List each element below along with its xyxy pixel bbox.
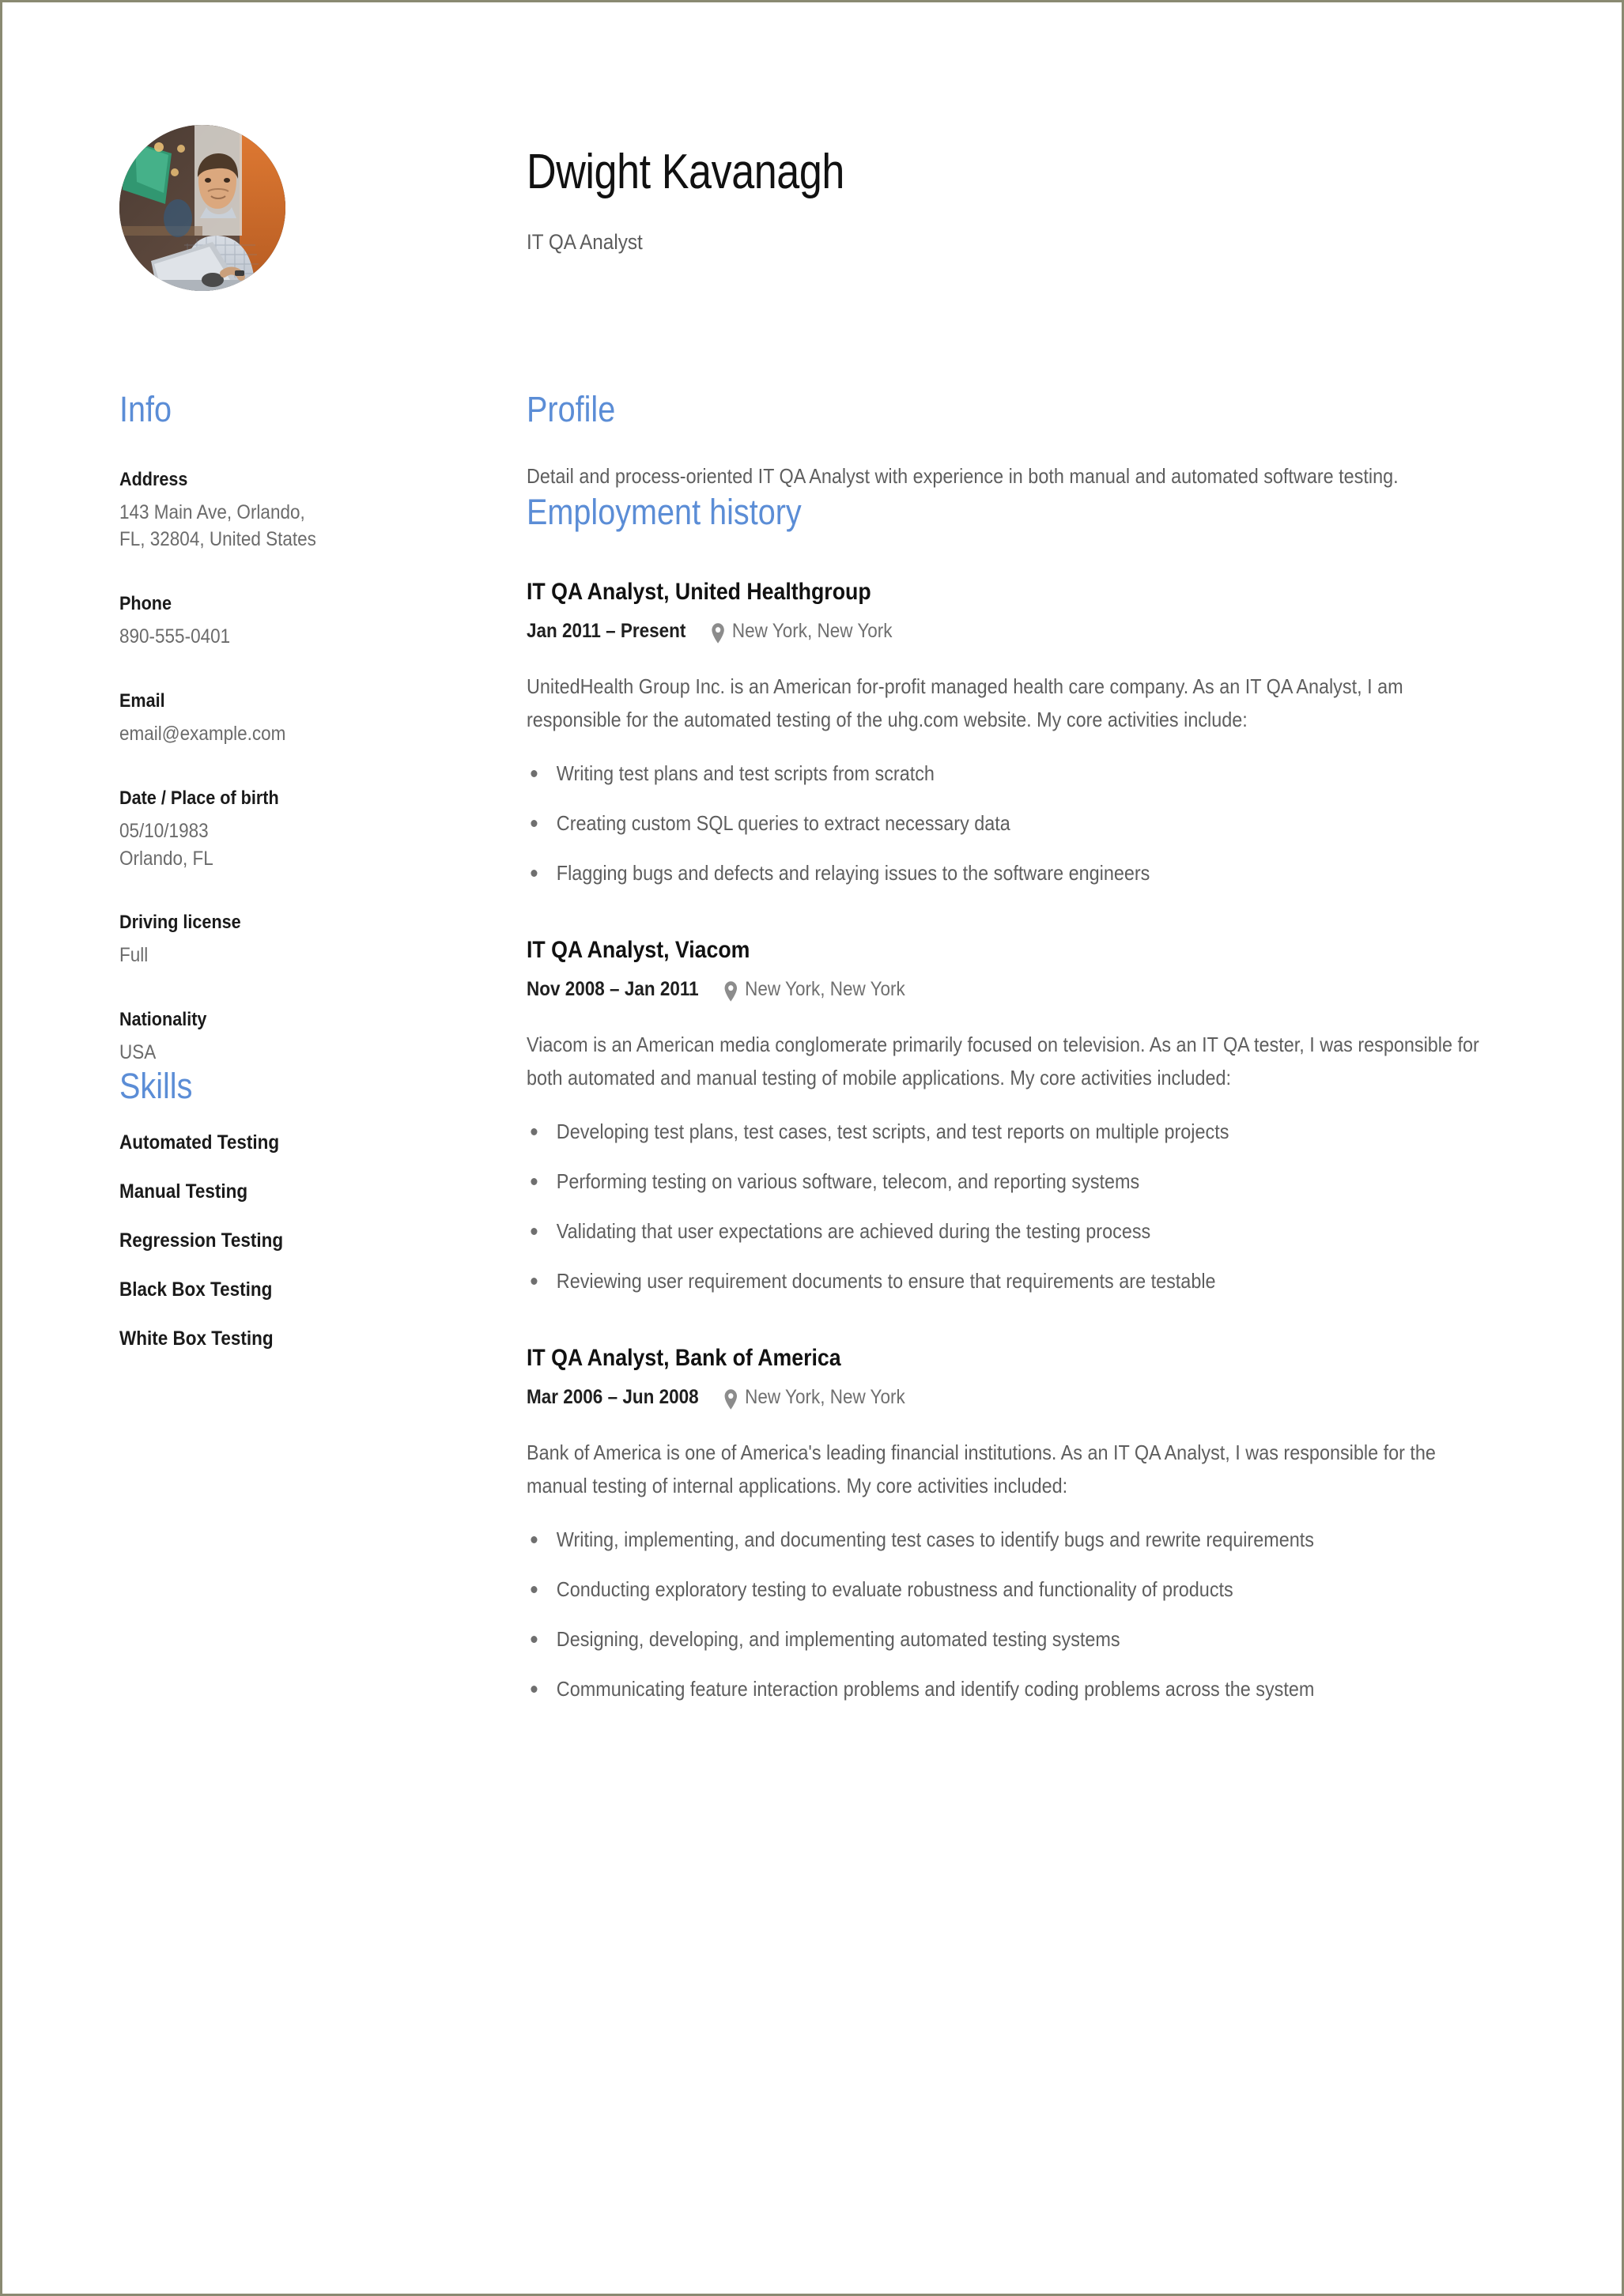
- map-pin-icon: [710, 622, 726, 644]
- bullet-item: Conducting exploratory testing to evalua…: [527, 1573, 1501, 1606]
- bullet-item: Writing test plans and test scripts from…: [527, 757, 1501, 790]
- avatar: [119, 125, 285, 291]
- employment-location: New York, New York: [731, 619, 893, 642]
- employment-history-heading: Employment history: [527, 491, 802, 532]
- bullet-text: Developing test plans, test cases, test …: [556, 1119, 1229, 1143]
- skills-list: Automated Testing Manual Testing Regress…: [119, 1131, 459, 1350]
- info-label: Driving license: [119, 912, 241, 934]
- bullet-dot-icon: [531, 769, 538, 777]
- bullet-text: Writing test plans and test scripts from…: [556, 761, 935, 785]
- info-label: Address: [119, 468, 188, 490]
- employment-title: IT QA Analyst, Viacom: [527, 937, 750, 964]
- info-list: Address 143 Main Ave, Orlando, FL, 32804…: [119, 467, 459, 1067]
- bullet-text: Creating custom SQL queries to extract n…: [556, 810, 1010, 835]
- bullet-dot-icon: [531, 1127, 538, 1135]
- sidebar: Info Address 143 Main Ave, Orlando, FL, …: [119, 390, 459, 1350]
- employment-meta: Jan 2011 – Present New York, New York: [527, 619, 1409, 644]
- employment-bullets: Writing test plans and test scripts from…: [527, 757, 1501, 889]
- info-label: Phone: [119, 592, 172, 614]
- employment-location: New York, New York: [745, 977, 905, 1000]
- profile-heading: Profile: [527, 389, 616, 429]
- skill-item: Regression Testing: [119, 1229, 284, 1252]
- employment-description: Viacom is an American media conglomerate…: [527, 1032, 1479, 1089]
- bullet-text: Designing, developing, and implementing …: [556, 1627, 1120, 1652]
- info-item-nationality: Nationality USA: [119, 1007, 459, 1067]
- page-title: Dwight Kavanagh: [527, 145, 844, 199]
- bullet-dot-icon: [531, 1536, 538, 1544]
- bullet-dot-icon: [531, 1228, 538, 1236]
- bullet-dot-icon: [531, 1636, 538, 1644]
- map-pin-icon: [723, 1388, 738, 1410]
- bullet-item: Validating that user expectations are ac…: [527, 1214, 1501, 1248]
- employment-title: IT QA Analyst, Bank of America: [527, 1345, 841, 1372]
- employment-description: UnitedHealth Group Inc. is an American f…: [527, 674, 1403, 731]
- bullet-item: Performing testing on various software, …: [527, 1165, 1501, 1198]
- info-value: 143 Main Ave, Orlando, FL, 32804, United…: [119, 500, 316, 551]
- bullet-text: Validating that user expectations are ac…: [556, 1219, 1151, 1244]
- employment-bullets: Writing, implementing, and documenting t…: [527, 1523, 1501, 1705]
- employment-meta: Nov 2008 – Jan 2011 New York, New York: [527, 977, 1409, 1003]
- info-value: USA: [119, 1041, 157, 1064]
- bullet-item: Reviewing user requirement documents to …: [527, 1264, 1501, 1297]
- bullet-dot-icon: [531, 1177, 538, 1185]
- info-value: email@example.com: [119, 723, 286, 746]
- employment-entry: IT QA Analyst, Viacom Nov 2008 – Jan 201…: [527, 935, 1507, 1297]
- info-item-email: Email email@example.com: [119, 689, 459, 748]
- bullet-dot-icon: [531, 1278, 538, 1286]
- info-value: Full: [119, 944, 149, 967]
- bullet-dot-icon: [531, 1686, 538, 1694]
- employment-dates: Nov 2008 – Jan 2011: [527, 977, 699, 1000]
- skills-heading: Skills: [119, 1065, 193, 1106]
- resume-page: Dwight Kavanagh IT QA Analyst Info Addre…: [0, 0, 1624, 2296]
- employment-entry: IT QA Analyst, United Healthgroup Jan 20…: [527, 577, 1507, 889]
- employment-bullets: Developing test plans, test cases, test …: [527, 1115, 1501, 1297]
- info-item-birth: Date / Place of birth 05/10/1983 Orlando…: [119, 786, 459, 872]
- bullet-dot-icon: [531, 819, 538, 827]
- skill-item: Automated Testing: [119, 1131, 280, 1154]
- bullet-item: Flagging bugs and defects and relaying i…: [527, 856, 1501, 889]
- info-label: Email: [119, 689, 165, 712]
- employment-meta: Mar 2006 – Jun 2008 New York, New York: [527, 1385, 1409, 1410]
- bullet-item: Creating custom SQL queries to extract n…: [527, 806, 1501, 840]
- info-item-address: Address 143 Main Ave, Orlando, FL, 32804…: [119, 467, 459, 553]
- employment-dates: Mar 2006 – Jun 2008: [527, 1385, 699, 1408]
- info-value: 05/10/1983 Orlando, FL: [119, 820, 213, 870]
- bullet-text: Performing testing on various software, …: [556, 1169, 1140, 1193]
- employment-entry: IT QA Analyst, Bank of America Mar 2006 …: [527, 1343, 1507, 1705]
- bullet-item: Writing, implementing, and documenting t…: [527, 1523, 1501, 1556]
- bullet-text: Conducting exploratory testing to evalua…: [556, 1577, 1233, 1602]
- bullet-dot-icon: [531, 1586, 538, 1594]
- employment-title: IT QA Analyst, United Healthgroup: [527, 579, 871, 606]
- employment-dates: Jan 2011 – Present: [527, 619, 686, 642]
- job-title-subtitle: IT QA Analyst: [527, 230, 643, 254]
- bullet-item: Designing, developing, and implementing …: [527, 1622, 1501, 1656]
- info-item-phone: Phone 890-555-0401: [119, 591, 459, 651]
- profile-text: Detail and process-oriented IT QA Analys…: [527, 463, 1399, 488]
- resume-header: Dwight Kavanagh IT QA Analyst: [2, 2, 1622, 350]
- skill-item: Manual Testing: [119, 1180, 248, 1203]
- skill-item: Black Box Testing: [119, 1278, 273, 1301]
- portrait-photo-icon: [119, 125, 285, 291]
- info-value: 890-555-0401: [119, 625, 231, 648]
- map-pin-icon: [723, 980, 738, 1003]
- info-label: Nationality: [119, 1008, 207, 1030]
- employment-description: Bank of America is one of America's lead…: [527, 1440, 1436, 1497]
- bullet-dot-icon: [531, 870, 538, 878]
- info-item-driving-license: Driving license Full: [119, 910, 459, 969]
- bullet-text: Writing, implementing, and documenting t…: [556, 1528, 1314, 1552]
- employment-location: New York, New York: [745, 1385, 905, 1408]
- bullet-text: Flagging bugs and defects and relaying i…: [556, 861, 1150, 886]
- info-heading: Info: [119, 389, 172, 429]
- bullet-text: Reviewing user requirement documents to …: [556, 1269, 1216, 1293]
- bullet-text: Communicating feature interaction proble…: [556, 1677, 1315, 1701]
- info-label: Date / Place of birth: [119, 787, 279, 809]
- resume-sheet: Dwight Kavanagh IT QA Analyst Info Addre…: [2, 2, 1622, 2294]
- skill-item: White Box Testing: [119, 1327, 274, 1350]
- bullet-item: Communicating feature interaction proble…: [527, 1672, 1501, 1705]
- main-content: Profile Detail and process-oriented IT Q…: [527, 390, 1507, 1705]
- bullet-item: Developing test plans, test cases, test …: [527, 1115, 1501, 1148]
